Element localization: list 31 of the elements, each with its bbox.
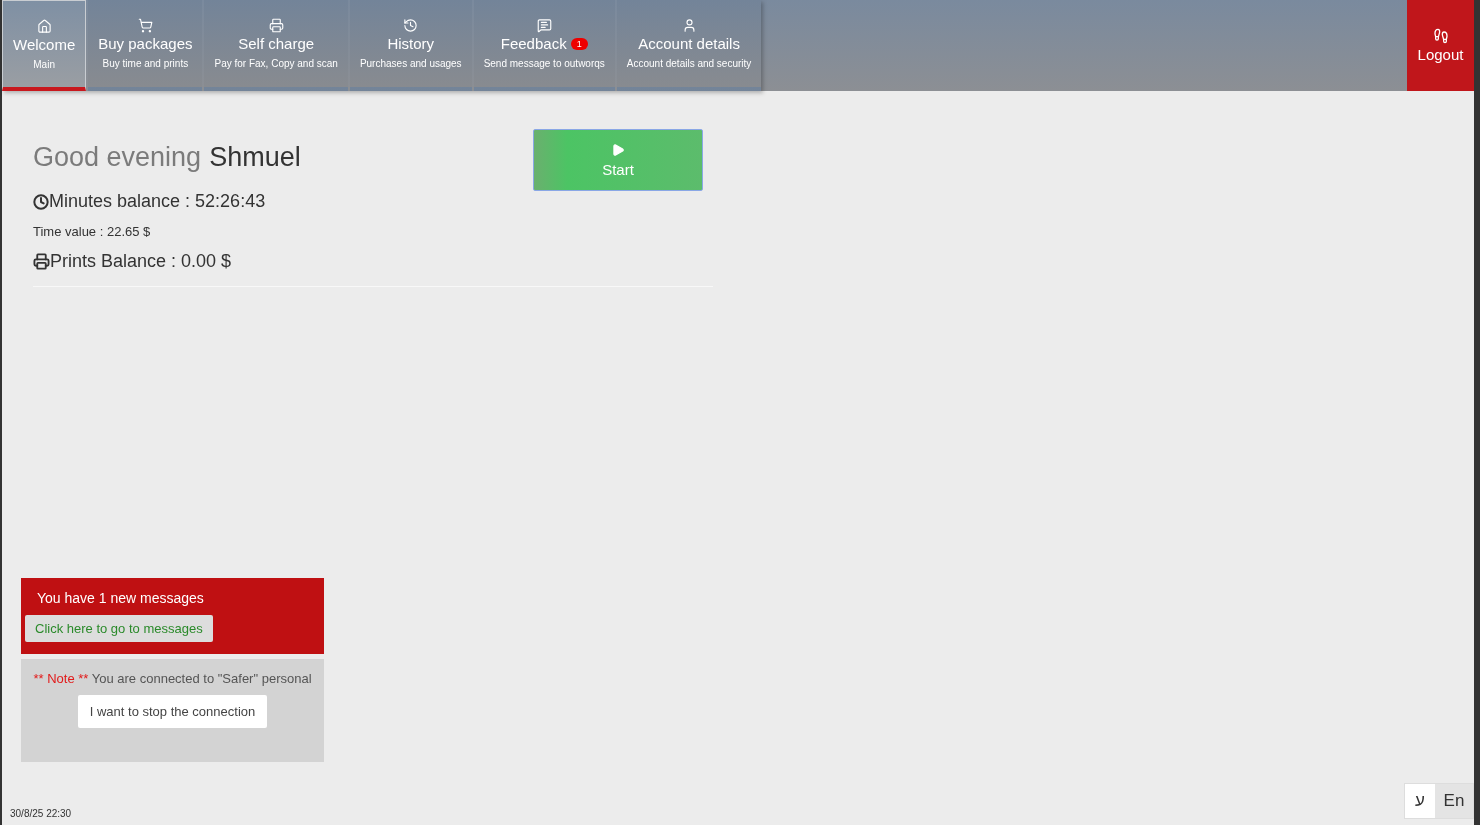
note-text: ** Note ** You are connected to "Safer" personal — [33, 671, 312, 686]
count-badge: 1 — [570, 37, 588, 50]
balance-text: Prints Balance : 0.00 $ — [50, 251, 232, 272]
user-name: Shmuel — [209, 142, 301, 173]
history-icon — [403, 18, 419, 33]
message-icon — [536, 18, 552, 33]
cart-icon — [137, 18, 153, 33]
balance-text: Minutes balance : 52:26:43 — [49, 191, 266, 212]
clock-icon — [33, 193, 49, 210]
start-button[interactable]: Start — [533, 129, 703, 191]
language-button[interactable]: ע — [1405, 784, 1435, 818]
language-button[interactable]: En — [1435, 784, 1473, 818]
nav-tab[interactable]: History Purchases and usages — [349, 0, 472, 91]
footprints-icon — [1432, 28, 1449, 44]
timestamp: 30/8/25 22:30 — [10, 808, 73, 819]
printer-icon — [268, 18, 284, 33]
stop-connection-button[interactable]: I want to stop the connection — [77, 695, 268, 728]
go-to-messages-button[interactable]: Click here to go to messages — [25, 615, 213, 642]
user-icon — [681, 18, 697, 33]
nav-tab[interactable]: Self charge Pay for Fax, Copy and scan — [204, 0, 348, 91]
home-icon — [36, 18, 52, 34]
play-icon — [611, 142, 625, 157]
messages-text: You have 1 new messages — [36, 590, 205, 606]
nav-tab[interactable]: Feedback 1 Send message to outworqs — [473, 0, 615, 91]
printer-icon — [33, 253, 50, 270]
nav-tab[interactable]: Welcome Main — [2, 0, 87, 91]
balance-text: Time value : 22.65 $ — [33, 224, 151, 239]
logout-button[interactable]: Logout — [1407, 0, 1474, 91]
greeting-text: Good evening — [33, 142, 202, 173]
nav-tab[interactable]: Buy packages Buy time and prints — [88, 0, 203, 91]
nav-tab[interactable]: Account details Account details and security — [616, 0, 762, 91]
